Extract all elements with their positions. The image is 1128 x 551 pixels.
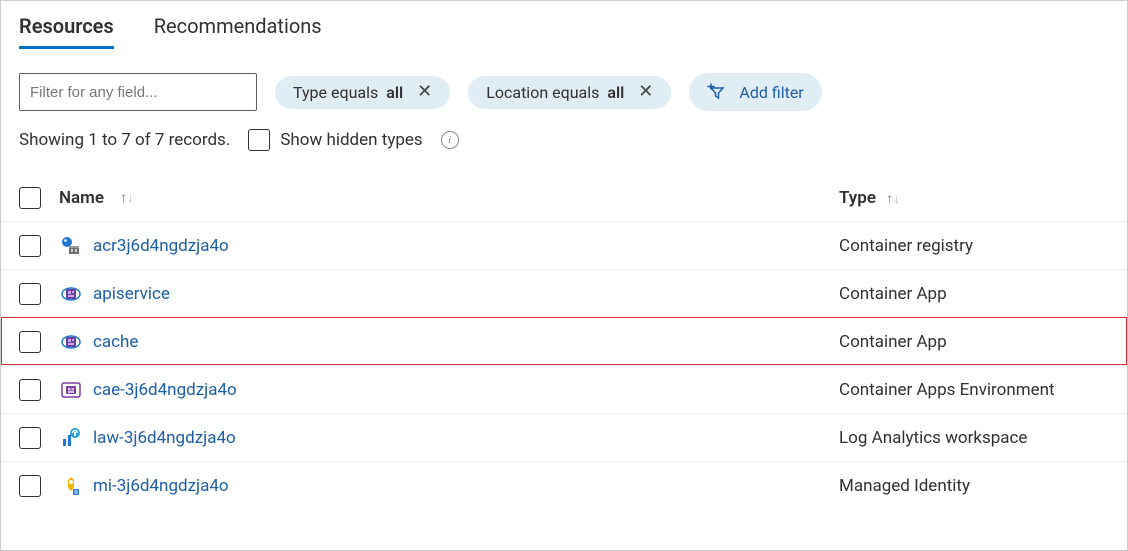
- filter-pill-location-value: all: [607, 83, 624, 102]
- environment-icon: [59, 378, 83, 402]
- row-type-cell: Managed Identity: [839, 476, 1109, 496]
- add-filter-label: Add filter: [739, 83, 803, 102]
- table-header-row: Name ↑↓ Type ↑↓: [1, 173, 1127, 221]
- table-row: law-3j6d4ngdzja4o Log Analytics workspace: [1, 413, 1127, 461]
- row-checkbox[interactable]: [19, 379, 41, 401]
- filter-toolbar: Type equals all ✕ Location equals all ✕ …: [1, 49, 1127, 111]
- containerapp-icon: [59, 282, 83, 306]
- row-type-cell: Container App: [839, 284, 1109, 304]
- table-row: cache Container App: [1, 317, 1127, 365]
- tab-bar: Resources Recommendations: [1, 1, 1127, 49]
- row-name-cell: apiservice: [59, 282, 839, 306]
- add-filter-button[interactable]: Add filter: [689, 73, 821, 111]
- tab-recommendations[interactable]: Recommendations: [154, 4, 322, 48]
- row-checkbox[interactable]: [19, 235, 41, 257]
- tab-resources[interactable]: Resources: [19, 4, 114, 48]
- loganalytics-icon: [59, 426, 83, 450]
- resource-link[interactable]: apiservice: [93, 284, 170, 304]
- table-row: apiservice Container App: [1, 269, 1127, 317]
- resource-link[interactable]: cache: [93, 332, 138, 352]
- column-header-type-label: Type: [839, 188, 876, 208]
- info-icon[interactable]: i: [441, 131, 459, 149]
- records-count-text: Showing 1 to 7 of 7 records.: [19, 130, 230, 150]
- resource-link[interactable]: cae-3j6d4ngdzja4o: [93, 380, 237, 400]
- select-all-cell: [19, 187, 59, 209]
- registry-icon: [59, 234, 83, 258]
- table-row: mi-3j6d4ngdzja4o Managed Identity: [1, 461, 1127, 509]
- row-checkbox[interactable]: [19, 283, 41, 305]
- row-name-cell: mi-3j6d4ngdzja4o: [59, 474, 839, 498]
- row-select-cell: [19, 235, 59, 257]
- row-checkbox[interactable]: [19, 475, 41, 497]
- sort-icon: ↑↓: [886, 190, 900, 207]
- row-name-cell: law-3j6d4ngdzja4o: [59, 426, 839, 450]
- filter-pill-type[interactable]: Type equals all ✕: [275, 76, 450, 109]
- filter-pill-location[interactable]: Location equals all ✕: [468, 76, 671, 109]
- filter-icon: [707, 80, 731, 104]
- close-icon[interactable]: ✕: [638, 83, 653, 101]
- row-select-cell: [19, 331, 59, 353]
- resource-link[interactable]: mi-3j6d4ngdzja4o: [93, 476, 229, 496]
- row-type-cell: Container Apps Environment: [839, 380, 1109, 400]
- row-select-cell: [19, 427, 59, 449]
- filter-pill-type-value: all: [386, 83, 403, 102]
- table-body: acr3j6d4ngdzja4o Container registry apise…: [1, 221, 1127, 509]
- column-header-type[interactable]: Type ↑↓: [839, 188, 1109, 208]
- column-header-name-label: Name: [59, 188, 104, 208]
- select-all-checkbox[interactable]: [19, 187, 41, 209]
- show-hidden-label: Show hidden types: [280, 130, 422, 150]
- records-summary-row: Showing 1 to 7 of 7 records. Show hidden…: [1, 111, 1127, 151]
- row-name-cell: acr3j6d4ngdzja4o: [59, 234, 839, 258]
- resources-table: Name ↑↓ Type ↑↓ acr3j6d4ngdzja4o Containe…: [1, 173, 1127, 509]
- resources-pane: Resources Recommendations Type equals al…: [0, 0, 1128, 551]
- checkbox-icon[interactable]: [248, 129, 270, 151]
- filter-input[interactable]: [19, 73, 257, 111]
- row-type-cell: Log Analytics workspace: [839, 428, 1109, 448]
- row-checkbox[interactable]: [19, 331, 41, 353]
- filter-pill-location-prefix: Location equals: [486, 83, 599, 102]
- row-type-cell: Container App: [839, 332, 1109, 352]
- identity-icon: [59, 474, 83, 498]
- filter-pill-type-prefix: Type equals: [293, 83, 378, 102]
- row-type-cell: Container registry: [839, 236, 1109, 256]
- row-checkbox[interactable]: [19, 427, 41, 449]
- row-name-cell: cae-3j6d4ngdzja4o: [59, 378, 839, 402]
- row-select-cell: [19, 379, 59, 401]
- table-row: acr3j6d4ngdzja4o Container registry: [1, 221, 1127, 269]
- close-icon[interactable]: ✕: [417, 83, 432, 101]
- sort-icon: ↑↓: [120, 189, 134, 206]
- table-row: cae-3j6d4ngdzja4o Container Apps Environm…: [1, 365, 1127, 413]
- column-header-name[interactable]: Name ↑↓: [59, 188, 839, 208]
- resource-link[interactable]: law-3j6d4ngdzja4o: [93, 428, 236, 448]
- row-name-cell: cache: [59, 330, 839, 354]
- containerapp-icon: [59, 330, 83, 354]
- row-select-cell: [19, 283, 59, 305]
- row-select-cell: [19, 475, 59, 497]
- show-hidden-types-toggle[interactable]: Show hidden types: [248, 129, 422, 151]
- resource-link[interactable]: acr3j6d4ngdzja4o: [93, 236, 229, 256]
